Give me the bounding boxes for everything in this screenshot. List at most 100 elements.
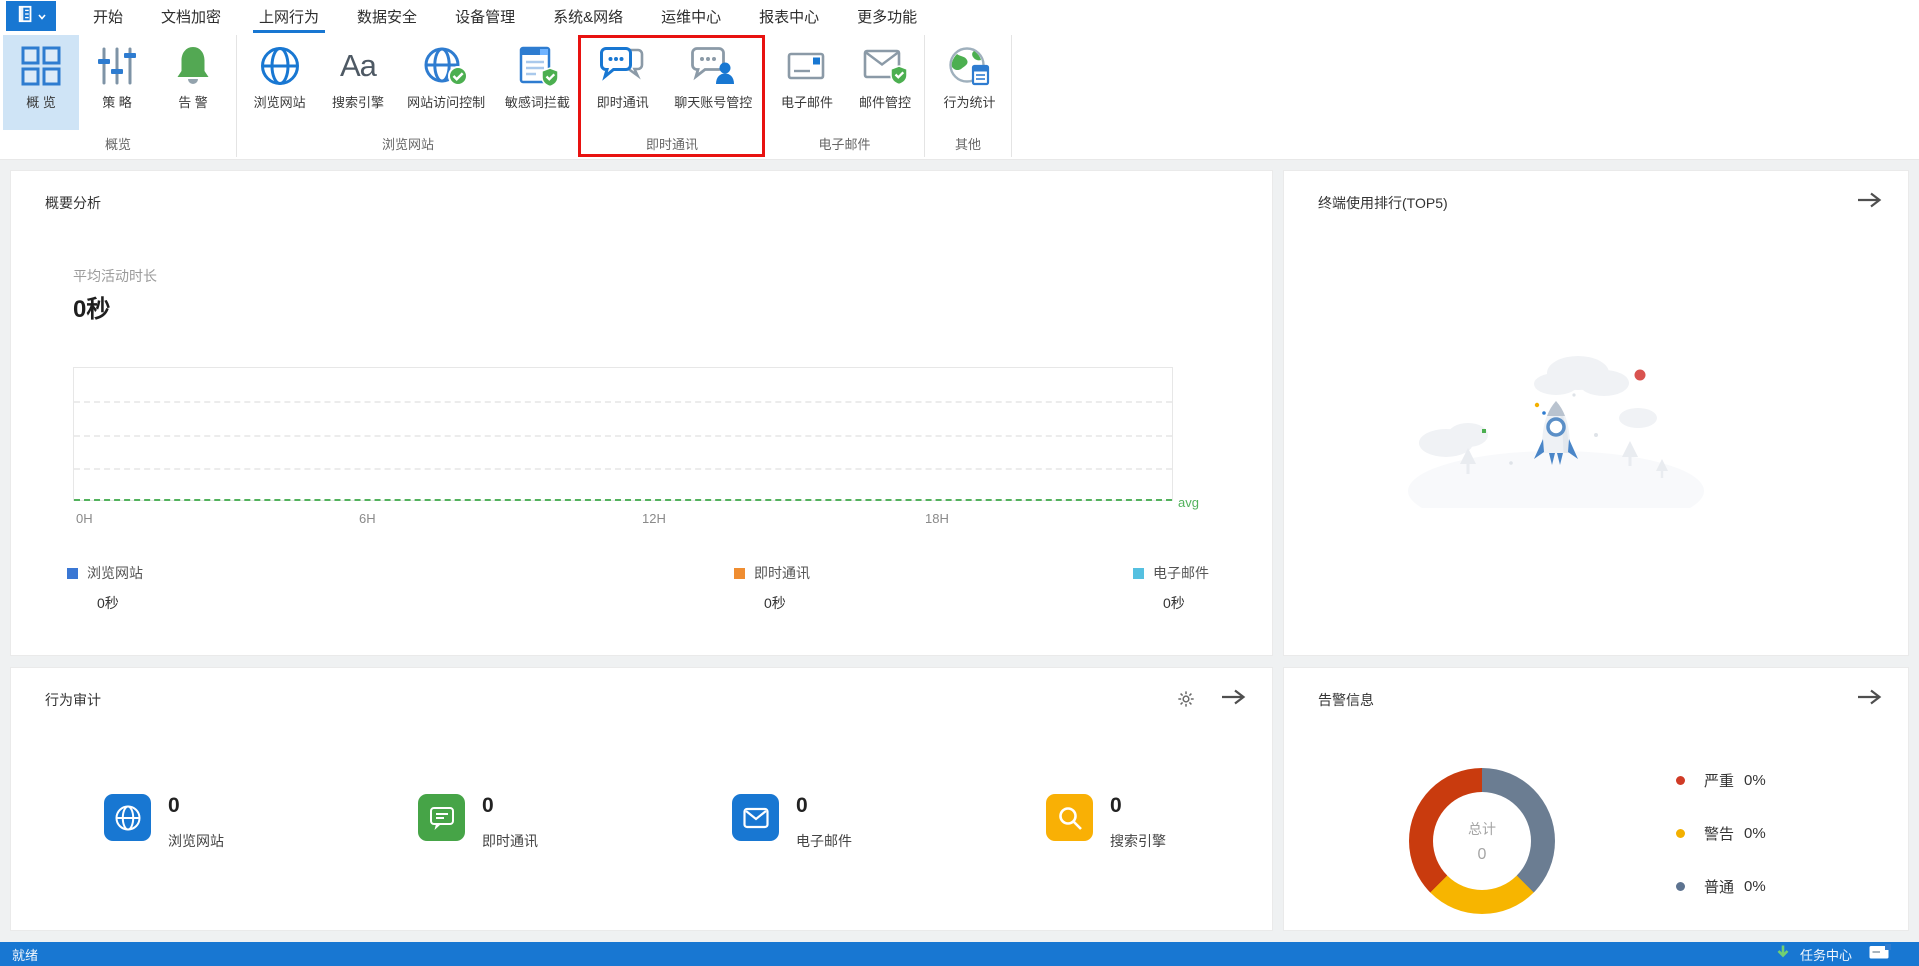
arrow-right-icon[interactable]	[1220, 688, 1246, 711]
stat-label: 电子邮件	[796, 833, 852, 849]
ribbon-item-site-access-control[interactable]: 网站访问控制	[397, 35, 496, 130]
search-engine-aa-icon: Aa	[339, 48, 377, 83]
ribbon-group-email: 电子邮件 邮件管控 电子邮件	[765, 35, 925, 157]
ribbon-item-label: 即时通讯	[596, 95, 649, 110]
legend-percent: 0%	[1744, 878, 1766, 895]
x-axis-tick: 18H	[925, 511, 949, 526]
dashboard-content: 概要分析 平均活动时长 0秒 avg 0H 6H 12H 18H 浏览网站 0秒…	[0, 160, 1919, 942]
ribbon-item-behavior-stats[interactable]: 行为统计	[928, 35, 1011, 130]
x-axis-tick: 6H	[359, 511, 376, 526]
tab-label: 上网行为	[259, 9, 320, 26]
globe-icon[interactable]	[104, 794, 151, 841]
statusbar-right: 任务中心	[1775, 944, 1907, 965]
ribbon-item-overview[interactable]: 概 览	[3, 35, 79, 130]
card-title: 概要分析	[45, 195, 101, 211]
legend-value: 0秒	[764, 595, 786, 611]
app-menu-button[interactable]	[6, 1, 56, 31]
alarm-legend-critical: 严重 0%	[1676, 770, 1766, 791]
tab-doc-encrypt[interactable]: 文档加密	[142, 0, 240, 33]
ribbon-group-overview: 概 览 策 略 告 警 概览	[0, 35, 237, 157]
message-panel-icon[interactable]	[1869, 944, 1891, 964]
email-card-icon	[783, 42, 831, 90]
mail-icon[interactable]	[732, 794, 779, 841]
chevron-down-icon	[37, 7, 46, 25]
legend-swatch	[1133, 567, 1144, 579]
avg-duration-value: 0秒	[73, 296, 111, 323]
ribbon-item-label: 聊天账号管控	[674, 95, 753, 110]
chart-gridline	[74, 401, 1172, 403]
empty-state-illustration	[1406, 343, 1706, 531]
stat-label: 浏览网站	[168, 833, 224, 849]
ribbon-item-email[interactable]: 电子邮件	[768, 35, 846, 130]
audit-stat-email: 0 电子邮件	[732, 794, 852, 851]
ribbon-group-browse: 浏览网站 Aa 搜索引擎 网站访问控制 敏感词拦截 浏览网站	[237, 35, 580, 157]
donut-total-label: 总计	[1468, 820, 1496, 837]
ribbon-item-label: 敏感词拦截	[504, 95, 570, 110]
legend-label: 普通	[1704, 879, 1735, 896]
tab-device-mgmt[interactable]: 设备管理	[436, 0, 534, 33]
task-center-link[interactable]: 任务中心	[1800, 945, 1852, 964]
legend-label: 浏览网站	[87, 565, 143, 581]
avg-dashed-line: avg	[74, 495, 1199, 510]
app-window: 开始 文档加密 上网行为 数据安全 设备管理 系统&网络 运维中心 报表中心 更…	[0, 0, 1919, 966]
ribbon-item-browse-site[interactable]: 浏览网站	[240, 35, 319, 130]
stat-value: 0	[168, 794, 180, 817]
gear-icon[interactable]	[1176, 689, 1196, 714]
download-arrow-icon[interactable]	[1775, 944, 1791, 965]
ribbon-group-im: 即时通讯 聊天账号管控 即时通讯	[580, 35, 765, 157]
ribbon-item-label: 告 警	[178, 95, 208, 110]
stat-value: 0	[796, 794, 808, 817]
tab-system-network[interactable]: 系统&网络	[534, 0, 642, 33]
site-access-globe-check-icon	[422, 42, 470, 90]
tab-report-center[interactable]: 报表中心	[740, 0, 838, 33]
ribbon-item-alert[interactable]: 告 警	[155, 35, 231, 130]
ribbon-group-other: 行为统计 其他	[925, 35, 1012, 157]
tab-ops-center[interactable]: 运维中心	[642, 0, 740, 33]
card-title: 终端使用排行(TOP5)	[1318, 195, 1448, 211]
legend-dot	[1676, 882, 1685, 891]
browse-globe-icon	[256, 42, 304, 90]
ribbon-item-chat-account-control[interactable]: 聊天账号管控	[663, 35, 764, 130]
legend-value: 0秒	[97, 595, 119, 611]
tab-more-features[interactable]: 更多功能	[838, 0, 936, 33]
document-list-icon	[17, 5, 35, 28]
tab-data-security[interactable]: 数据安全	[338, 0, 436, 33]
stat-label: 即时通讯	[482, 833, 538, 849]
alarm-legend-warning: 警告 0%	[1676, 823, 1766, 844]
tab-start[interactable]: 开始	[74, 0, 142, 33]
ribbon-item-im[interactable]: 即时通讯	[583, 35, 663, 130]
legend-label: 严重	[1704, 773, 1735, 790]
arrow-right-icon[interactable]	[1856, 688, 1882, 711]
avg-duration-label: 平均活动时长	[73, 268, 157, 284]
ribbon-group-label: 即时通讯	[645, 137, 698, 152]
mail-shield-icon	[861, 42, 909, 90]
ribbon-item-label: 行为统计	[943, 95, 996, 110]
audit-stat-im: 0 即时通讯	[418, 794, 538, 851]
chart-gridline	[74, 468, 1172, 470]
alarm-legend-normal: 普通 0%	[1676, 876, 1766, 897]
ribbon-item-label: 浏览网站	[253, 95, 306, 110]
search-icon[interactable]	[1046, 794, 1093, 841]
ribbon-item-mail-control[interactable]: 邮件管控	[846, 35, 924, 130]
card-title: 行为审计	[45, 692, 101, 708]
legend-label: 警告	[1704, 826, 1735, 843]
menubar: 开始 文档加密 上网行为 数据安全 设备管理 系统&网络 运维中心 报表中心 更…	[0, 0, 1919, 33]
im-chat-icon	[599, 42, 647, 90]
legend-dot	[1676, 776, 1685, 785]
ribbon-item-label: 策 略	[102, 95, 132, 110]
ribbon-item-label: 邮件管控	[858, 95, 911, 110]
legend-label: 电子邮件	[1153, 565, 1209, 581]
stat-label: 搜索引擎	[1110, 833, 1166, 849]
legend-swatch	[67, 567, 78, 579]
ribbon-item-policy[interactable]: 策 略	[79, 35, 155, 130]
behavior-stats-globe-icon	[946, 42, 994, 90]
tab-internet-behavior[interactable]: 上网行为	[240, 0, 338, 33]
statusbar: 就绪 任务中心	[0, 942, 1919, 966]
ribbon-item-search-engine[interactable]: Aa 搜索引擎	[319, 35, 396, 130]
ribbon-item-sensitive-word[interactable]: 敏感词拦截	[496, 35, 579, 130]
ribbon-item-label: 电子邮件	[780, 95, 833, 110]
arrow-right-icon[interactable]	[1856, 191, 1882, 214]
alarm-info-card: 告警信息 总计 0 严重 0% 警告 0% 普通 0%	[1283, 667, 1909, 931]
chat-icon[interactable]	[418, 794, 465, 841]
stat-value: 0	[482, 794, 494, 817]
